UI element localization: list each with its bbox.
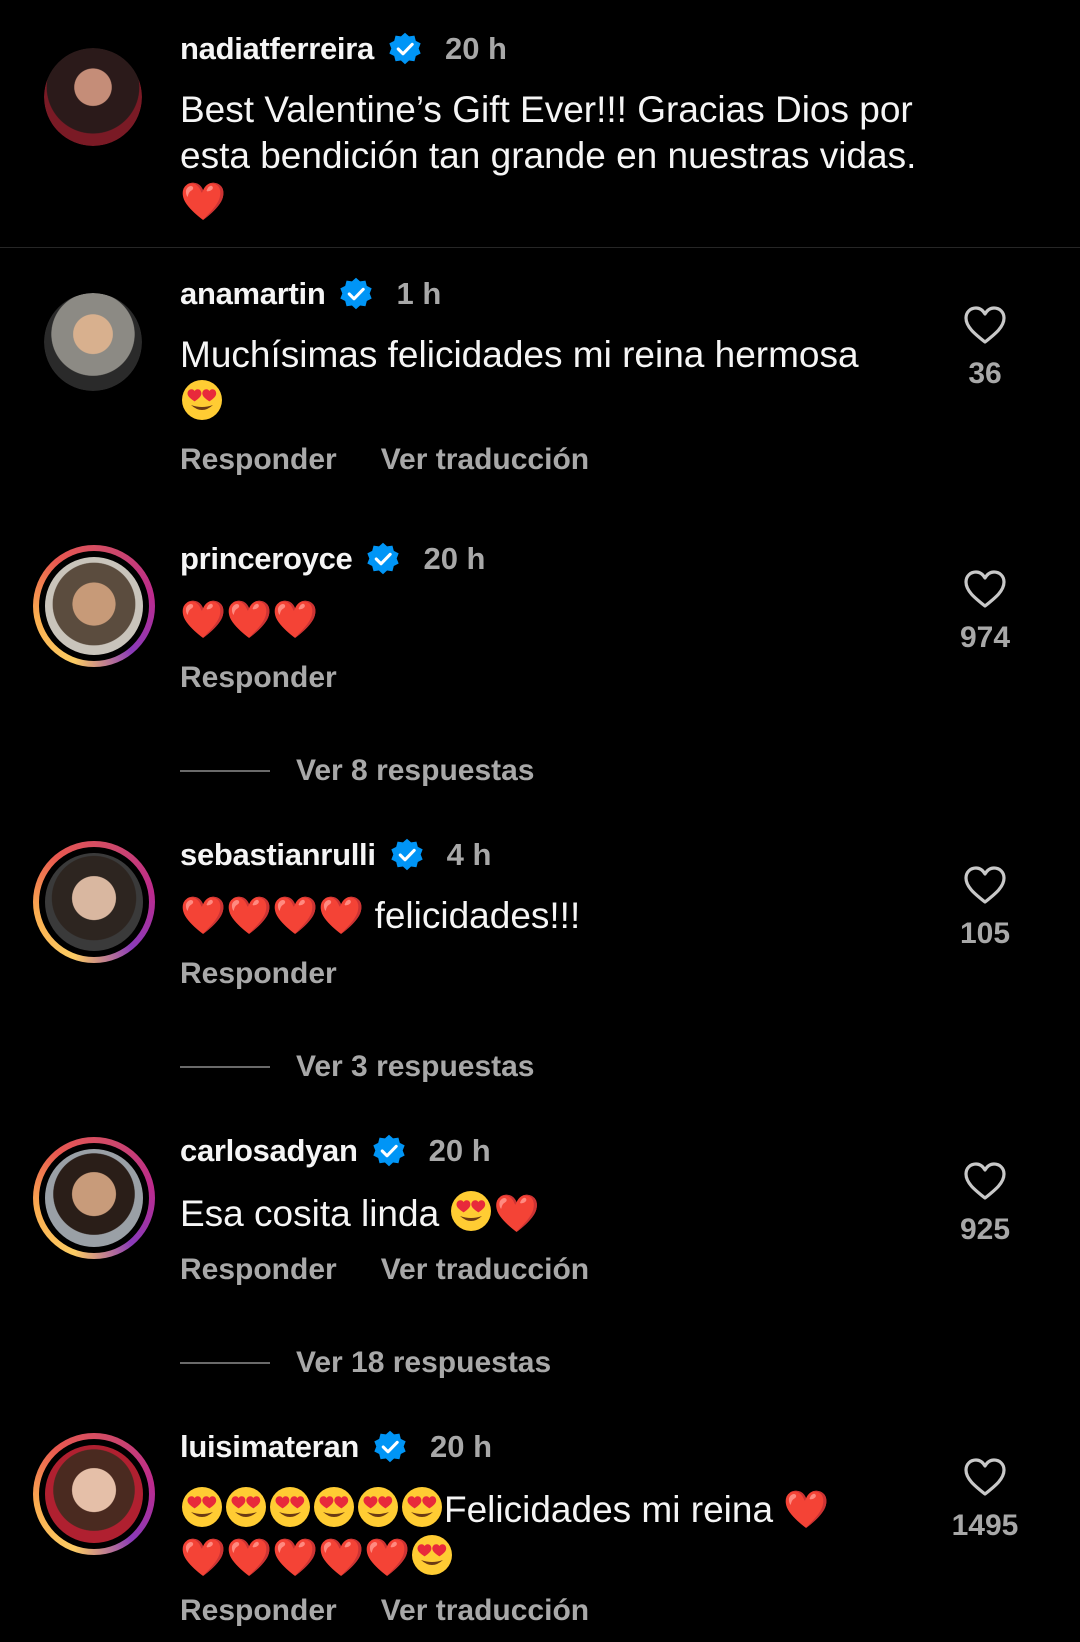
username[interactable]: anamartin (180, 276, 326, 312)
verified-badge-icon (365, 541, 401, 577)
comment-header: carlosadyan 20 h (180, 1131, 491, 1171)
comment-header: princeroyce 20 h (180, 539, 485, 579)
heart-outline-icon[interactable] (963, 305, 1007, 345)
timestamp: 1 h (396, 276, 442, 311)
reply-button[interactable]: Responder (180, 443, 337, 477)
comment-actions: Responder Ver traducción (180, 443, 589, 477)
heart-eyes-emoji (356, 1485, 400, 1529)
like-count: 105 (959, 917, 1011, 950)
username[interactable]: carlosadyan (180, 1133, 358, 1169)
like-count: 36 (968, 357, 1002, 390)
username[interactable]: sebastianrulli (180, 837, 376, 873)
view-replies-button[interactable]: Ver 3 respuestas (180, 1050, 535, 1084)
heart-eyes-emoji (224, 1485, 268, 1529)
see-translation-button[interactable]: Ver traducción (381, 443, 589, 477)
red-heart-emoji: ❤️ (493, 1193, 540, 1234)
red-heart-emoji: ❤️❤️❤️❤️ (180, 895, 365, 936)
username[interactable]: nadiatferreira (180, 31, 374, 67)
comment-actions: Responder Ver traducción (180, 1594, 589, 1628)
heart-eyes-emoji (410, 1533, 454, 1577)
heart-eyes-emoji (400, 1485, 444, 1529)
like-control[interactable]: 974 (945, 569, 1025, 655)
verified-badge-icon (387, 31, 423, 67)
username[interactable]: luisimateran (180, 1429, 359, 1465)
heart-outline-icon[interactable] (963, 1161, 1007, 1201)
comment-text: Esa cosita linda ❤️ (180, 1189, 960, 1237)
divider (0, 247, 1080, 248)
view-replies-button[interactable]: Ver 18 respuestas (180, 1346, 551, 1380)
red-heart-emoji: ❤️❤️❤️ (180, 599, 319, 640)
avatar[interactable] (33, 1433, 155, 1555)
avatar[interactable] (33, 545, 155, 667)
comment-actions: Responder Ver traducción (180, 1253, 589, 1287)
like-control[interactable]: 105 (945, 865, 1025, 951)
comment-actions: Responder (180, 661, 337, 695)
comment-header: nadiatferreira 20 h (180, 29, 507, 69)
red-heart-emoji: ❤️ (783, 1489, 830, 1530)
timestamp: 20 h (428, 1133, 491, 1168)
avatar[interactable] (33, 1137, 155, 1259)
timestamp: 20 h (430, 1429, 493, 1464)
see-translation-button[interactable]: Ver traducción (381, 1594, 589, 1628)
like-count: 925 (959, 1213, 1011, 1246)
username[interactable]: princeroyce (180, 541, 353, 577)
comment-header: anamartin 1 h (180, 274, 441, 314)
comment-text: Felicidades mi reina ❤️ ❤️❤️❤️❤️❤️ (180, 1485, 960, 1581)
heart-outline-icon[interactable] (963, 569, 1007, 609)
timestamp: 4 h (446, 837, 492, 872)
reply-button[interactable]: Responder (180, 1594, 337, 1628)
heart-eyes-emoji (268, 1485, 312, 1529)
avatar[interactable] (44, 48, 142, 146)
avatar[interactable] (44, 293, 142, 391)
divider (180, 770, 270, 772)
red-heart-emoji: ❤️❤️❤️❤️❤️ (180, 1537, 411, 1578)
like-control[interactable]: 925 (945, 1161, 1025, 1247)
comment-actions: Responder (180, 957, 337, 991)
reply-button[interactable]: Responder (180, 1253, 337, 1287)
like-count: 974 (959, 621, 1011, 654)
view-replies-button[interactable]: Ver 8 respuestas (180, 754, 535, 788)
heart-outline-icon[interactable] (963, 1457, 1007, 1497)
verified-badge-icon (372, 1429, 408, 1465)
divider (180, 1362, 270, 1364)
verified-badge-icon (389, 837, 425, 873)
reply-button[interactable]: Responder (180, 661, 337, 695)
timestamp: 20 h (423, 541, 486, 576)
divider (180, 1066, 270, 1068)
caption-text: Best Valentine’s Gift Ever!!! Gracias Di… (180, 89, 917, 222)
comment-text: ❤️❤️❤️ (180, 597, 960, 643)
verified-badge-icon (371, 1133, 407, 1169)
heart-eyes-emoji (180, 378, 224, 422)
timestamp: 20 h (444, 31, 507, 66)
comment-text: Muchísimas felicidades mi reina hermosa (180, 332, 960, 426)
heart-eyes-emoji (449, 1189, 493, 1233)
caption-block: nadiatferreira 20 h Best Valentine’s Gif… (0, 0, 1080, 248)
verified-badge-icon (338, 276, 374, 312)
see-translation-button[interactable]: Ver traducción (381, 1253, 589, 1287)
red-heart-emoji: ❤️ (180, 181, 227, 222)
comment-header: sebastianrulli 4 h (180, 835, 491, 875)
comment-text: ❤️❤️❤️❤️ felicidades!!! (180, 895, 581, 936)
reply-button[interactable]: Responder (180, 957, 337, 991)
heart-eyes-emoji (180, 1485, 224, 1529)
heart-outline-icon[interactable] (963, 865, 1007, 905)
avatar[interactable] (33, 841, 155, 963)
like-control[interactable]: 1495 (945, 1457, 1025, 1543)
like-control[interactable]: 36 (945, 305, 1025, 391)
like-count: 1495 (951, 1509, 1019, 1542)
heart-eyes-emoji (312, 1485, 356, 1529)
comment-header: luisimateran 20 h (180, 1427, 492, 1467)
